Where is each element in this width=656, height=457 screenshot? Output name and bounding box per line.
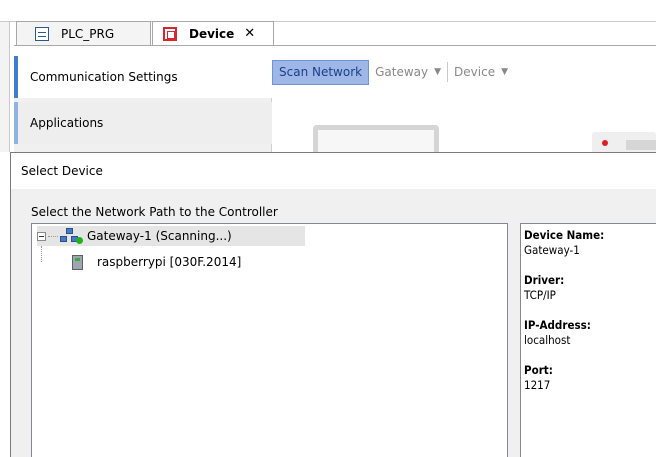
toolbar-separator (447, 62, 449, 82)
status-led-icon (602, 140, 608, 146)
title-strip (0, 0, 656, 22)
tree-item-gateway[interactable]: Gateway-1 (Scanning...) (37, 226, 305, 246)
device-info-panel: Device Name: Gateway-1 Driver: TCP/IP IP… (520, 223, 656, 457)
document-icon (35, 26, 49, 41)
tab-plc-prg[interactable]: PLC_PRG (16, 21, 151, 45)
device-editor-nav: Communication Settings Applications (14, 56, 272, 156)
info-label: Port: (524, 363, 553, 377)
tab-device[interactable]: Device ✕ (152, 21, 274, 45)
nav-item-communication-settings[interactable]: Communication Settings (14, 56, 272, 98)
tree-connector (48, 235, 58, 237)
nav-item-applications[interactable]: Applications (14, 102, 272, 144)
info-value: localhost (524, 333, 571, 347)
dialog-title: Select Device (11, 153, 656, 189)
chevron-down-icon: ▼ (434, 67, 442, 77)
close-icon[interactable]: ✕ (244, 26, 255, 41)
editor-gutter (0, 22, 10, 152)
collapse-icon[interactable] (37, 231, 46, 241)
plc-device-icon (72, 254, 83, 270)
tab-label: Device (189, 26, 235, 41)
tree-item-label: Gateway-1 (Scanning...) (87, 229, 232, 243)
network-tree[interactable]: Gateway-1 (Scanning...) raspberrypi [030… (31, 223, 508, 457)
info-label: IP-Address: (524, 318, 591, 332)
gateway-menu[interactable]: Gateway ▼ (375, 65, 441, 79)
info-label: Driver: (524, 273, 565, 287)
device-graphic-bar (626, 140, 656, 150)
tree-connector (41, 246, 42, 262)
tab-divider (14, 45, 656, 46)
info-value: Gateway-1 (524, 243, 580, 257)
info-value: 1217 (524, 378, 551, 392)
select-device-dialog: Select Device Select the Network Path to… (10, 152, 656, 457)
network-gateway-icon (59, 228, 83, 244)
status-ok-icon (76, 237, 83, 244)
tree-item-label: raspberrypi [030F.2014] (97, 255, 242, 269)
chevron-down-icon: ▼ (501, 67, 508, 77)
dialog-prompt: Select the Network Path to the Controlle… (31, 205, 278, 219)
info-value: TCP/IP (524, 288, 556, 302)
info-label: Device Name: (524, 228, 605, 242)
device-menu[interactable]: Device ▼ (454, 65, 508, 79)
communication-toolbar: Scan Network Gateway ▼ Device ▼ (272, 58, 508, 86)
tree-item-device[interactable]: raspberrypi [030F.2014] (72, 252, 241, 272)
device-icon (163, 26, 177, 41)
device-menu-label: Device (454, 65, 496, 79)
gateway-menu-label: Gateway (375, 65, 429, 79)
scan-network-button[interactable]: Scan Network (272, 59, 370, 85)
tab-label: PLC_PRG (61, 26, 115, 41)
